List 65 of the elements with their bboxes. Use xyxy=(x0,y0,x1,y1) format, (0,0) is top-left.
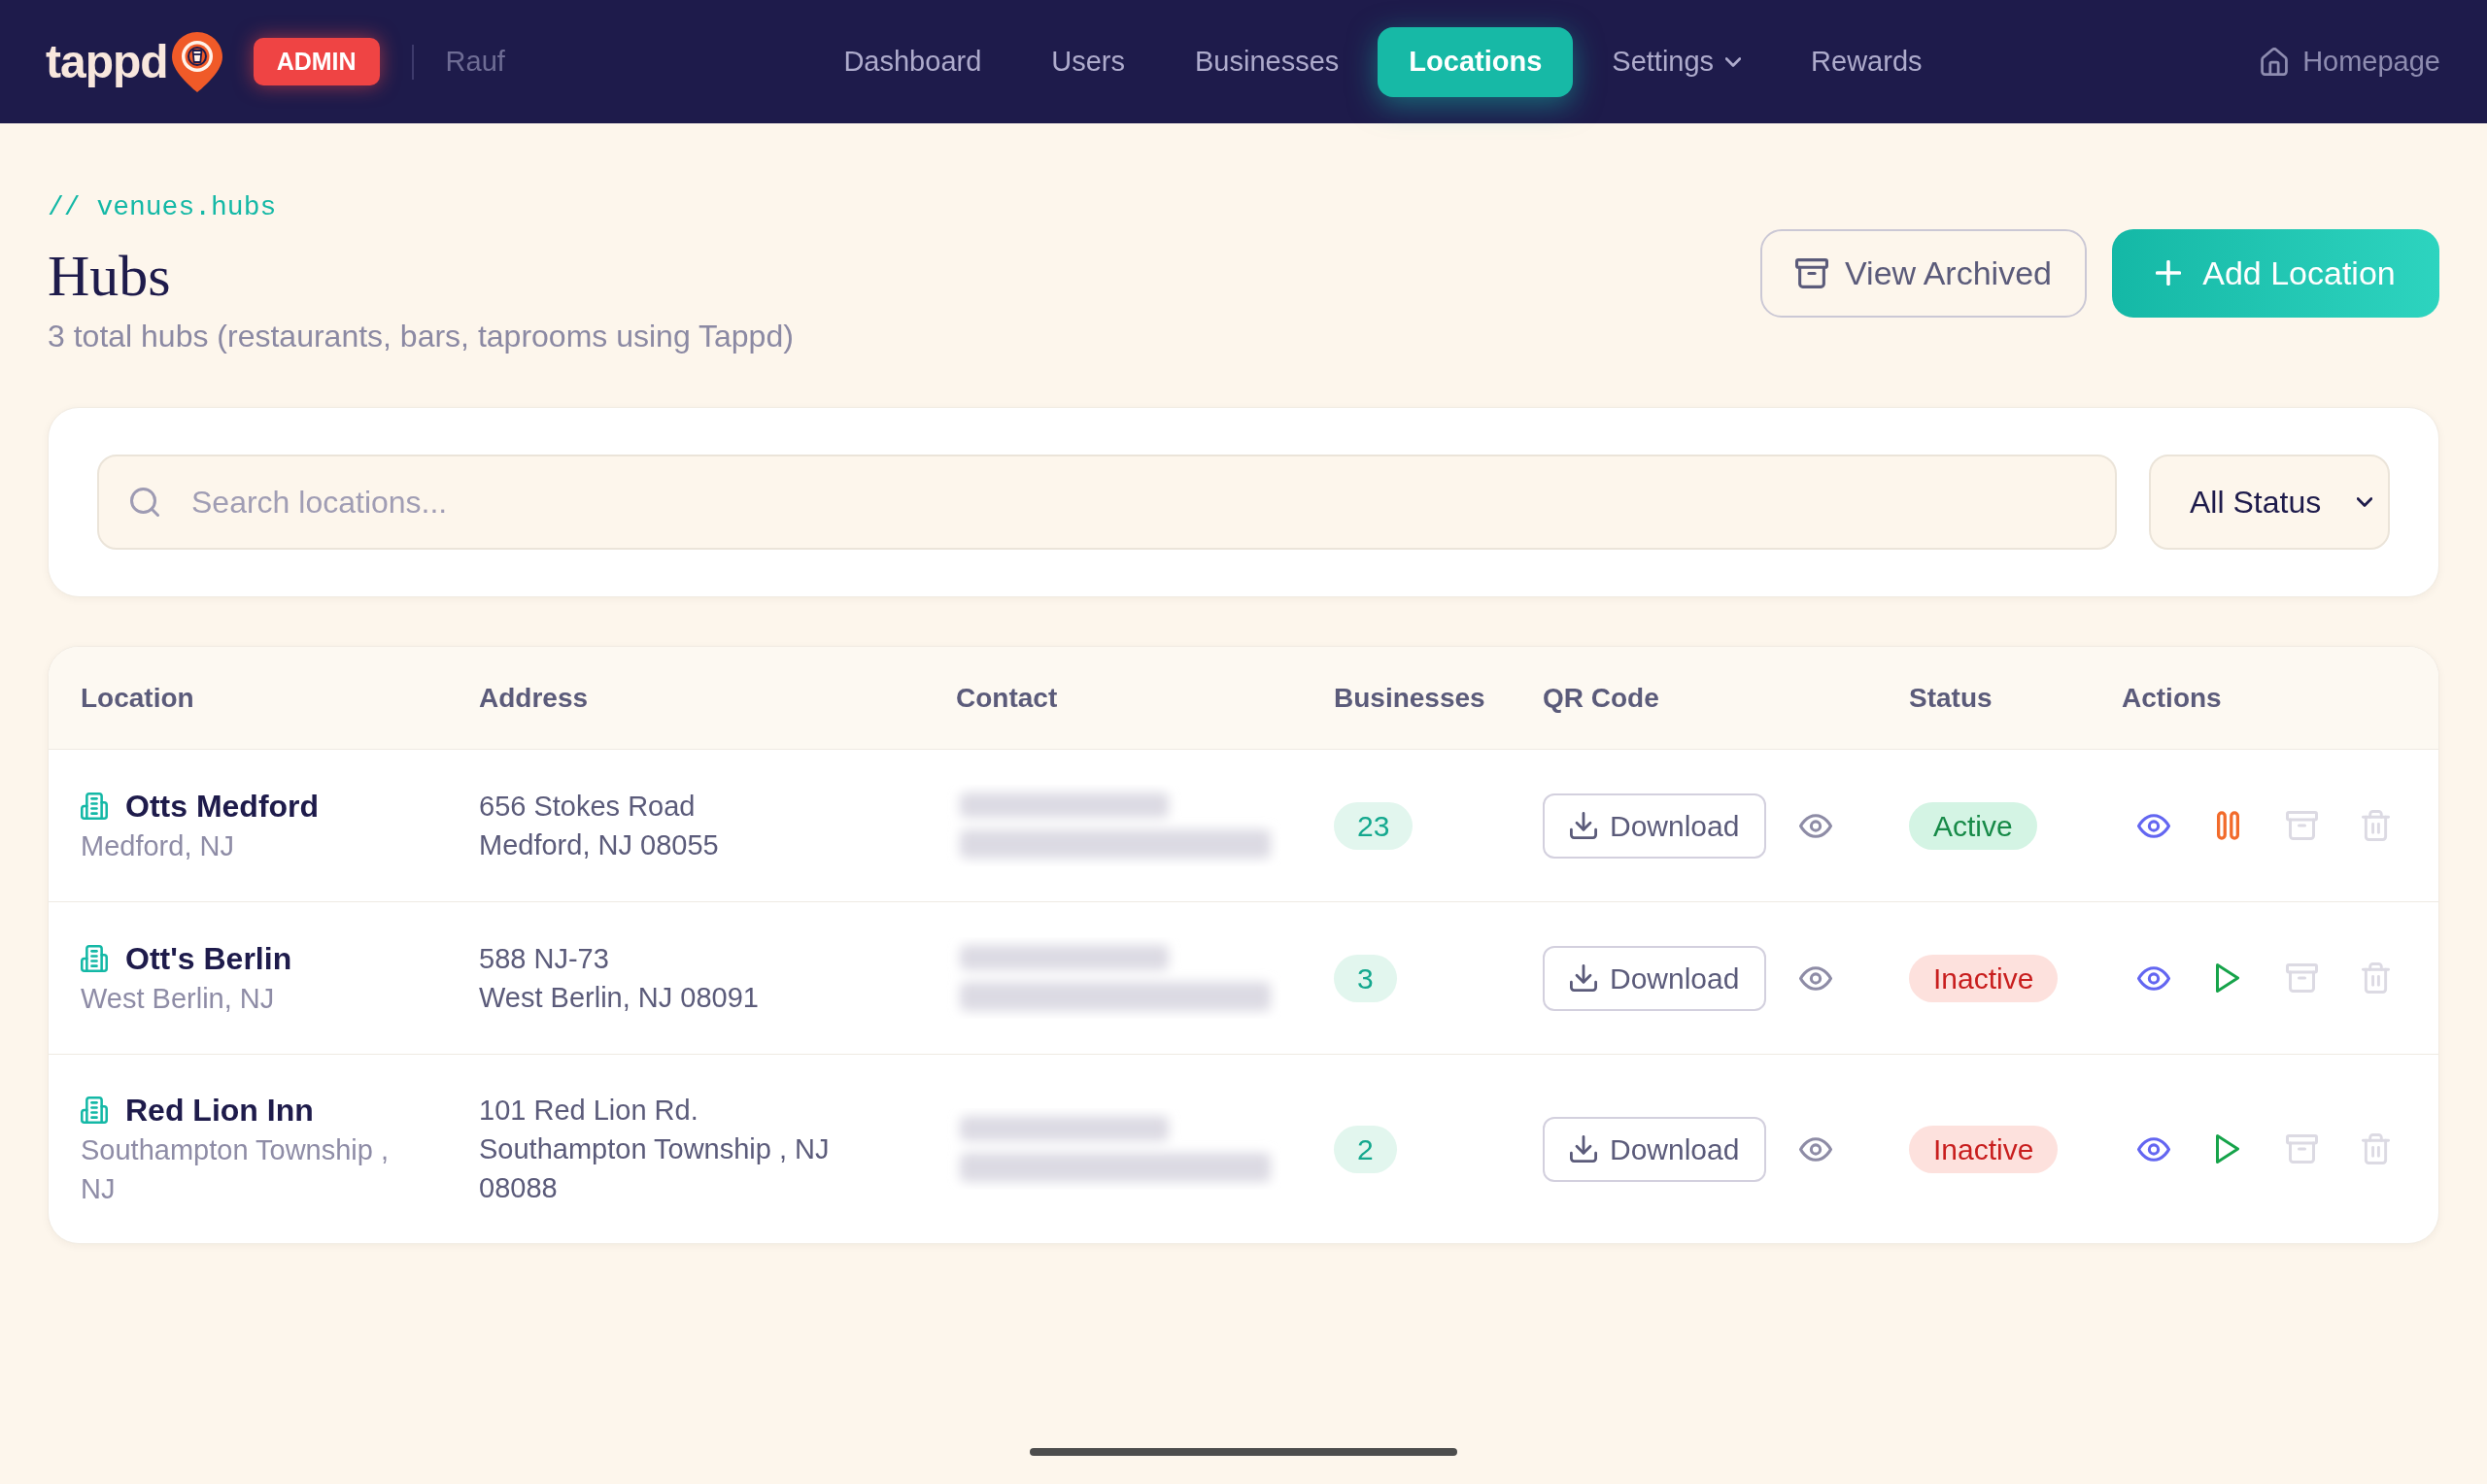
page-title: Hubs xyxy=(48,245,172,307)
nav-link[interactable]: Rewards xyxy=(1780,26,1954,97)
eye-icon[interactable] xyxy=(2137,813,2170,838)
download-icon xyxy=(1570,964,1597,992)
search-field[interactable]: Search locations... xyxy=(97,455,2117,550)
user-name: Rauf xyxy=(445,44,505,79)
address-line: Medford, NJ 08055 xyxy=(479,828,720,862)
address-line: 588 NJ-73 xyxy=(479,942,610,976)
page-subtitle: 3 total hubs (restaurants, bars, taprooms using Tappd) xyxy=(48,318,794,355)
chevron-down-icon xyxy=(1725,56,1742,67)
location-name: Ott's Berlin xyxy=(125,940,292,978)
nav-link[interactable]: Users xyxy=(1020,26,1157,97)
building-icon xyxy=(81,793,108,820)
role-badge: ADMIN xyxy=(253,38,380,85)
location-city: Southampton Township , NJ xyxy=(81,1133,391,1206)
building-icon xyxy=(81,945,108,972)
status-badge: Active xyxy=(1909,801,2037,850)
status-badge: Inactive xyxy=(1909,954,2059,1002)
column-header: Businesses xyxy=(1334,681,1486,715)
address-line: Southampton Township , NJ 08088 xyxy=(479,1132,831,1205)
eye-icon[interactable] xyxy=(1799,965,1833,991)
status-badge: Inactive xyxy=(1909,1125,2059,1173)
map-pin-icon xyxy=(170,30,223,93)
location-name: Otts Medford xyxy=(125,788,320,826)
status-select[interactable]: All Status xyxy=(2149,455,2390,550)
eye-icon[interactable] xyxy=(1799,1136,1833,1162)
location-city: West Berlin, NJ xyxy=(81,982,276,1016)
play-icon[interactable] xyxy=(2216,963,2239,993)
column-header: Contact xyxy=(956,681,1059,715)
search-icon xyxy=(130,488,159,517)
address-line: 656 Stokes Road xyxy=(479,790,697,824)
eye-icon[interactable] xyxy=(2137,1136,2170,1162)
download-icon xyxy=(1570,1135,1597,1163)
address-line: 101 Red Lion Rd. xyxy=(479,1094,699,1128)
count-badge: 3 xyxy=(1334,954,1397,1002)
column-header: QR Code xyxy=(1543,681,1660,715)
download-button[interactable]: Download xyxy=(1543,1116,1767,1182)
count-badge: 23 xyxy=(1334,801,1414,850)
address-line: West Berlin, NJ 08091 xyxy=(479,981,760,1015)
location-name: Red Lion Inn xyxy=(125,1092,314,1130)
column-header: Location xyxy=(81,681,195,715)
download-icon xyxy=(1570,812,1597,839)
breadcrumb: // venues.hubs xyxy=(48,191,278,224)
view-archived-button[interactable]: View Archived xyxy=(1760,228,2087,318)
download-button[interactable]: Download xyxy=(1543,945,1767,1011)
brand-logo: tappd xyxy=(46,38,168,85)
eye-icon[interactable] xyxy=(1799,813,1833,838)
nav-link[interactable]: Dashboard xyxy=(812,26,1013,97)
homepage-link[interactable]: Homepage xyxy=(2261,40,2440,84)
plus-icon xyxy=(2156,260,2182,286)
column-header: Status xyxy=(1909,681,1993,715)
nav-link[interactable]: Settings xyxy=(1581,26,1773,97)
eye-icon[interactable] xyxy=(2137,965,2170,991)
download-button[interactable]: Download xyxy=(1543,793,1767,859)
home-icon xyxy=(2261,48,2289,76)
play-icon[interactable] xyxy=(2216,1134,2239,1164)
chevron-down-icon xyxy=(2357,497,2372,507)
count-badge: 2 xyxy=(1334,1125,1397,1173)
pause-icon[interactable] xyxy=(2216,811,2239,840)
nav-link[interactable]: Businesses xyxy=(1164,26,1371,97)
archive-icon xyxy=(1795,257,1829,288)
location-city: Medford, NJ xyxy=(81,829,235,863)
building-icon xyxy=(81,1096,108,1124)
column-header: Actions xyxy=(2122,681,2223,715)
column-header: Address xyxy=(479,681,590,715)
